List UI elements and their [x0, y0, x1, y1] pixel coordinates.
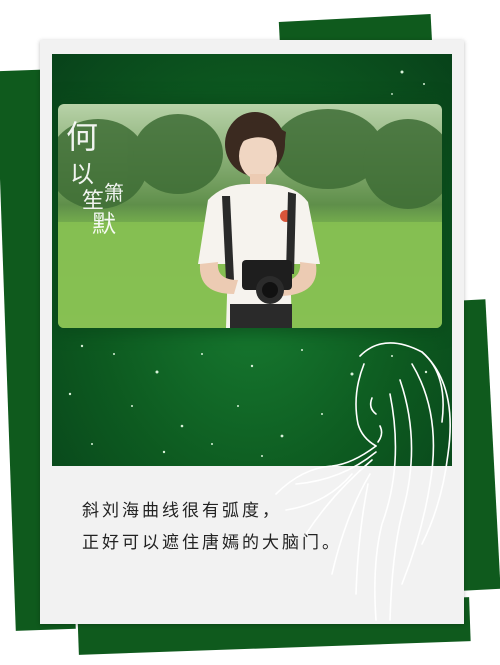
- svg-text:默: 默: [92, 210, 116, 238]
- caption-line-1: 斜刘海曲线很有弧度，: [82, 501, 282, 521]
- photo-scene: 何 以 笙 箫 默: [58, 104, 442, 328]
- svg-text:箫: 箫: [104, 181, 124, 205]
- polaroid-card: 何 以 笙 箫 默 斜刘海曲线很有弧度， 正好可以遮住唐嫣的大脑门。: [40, 40, 464, 624]
- title-logo: 何: [66, 118, 98, 156]
- svg-text:以: 以: [70, 160, 94, 188]
- girl-line-sketch-icon: [275, 342, 451, 621]
- photo: 何 以 笙 箫 默: [58, 104, 442, 328]
